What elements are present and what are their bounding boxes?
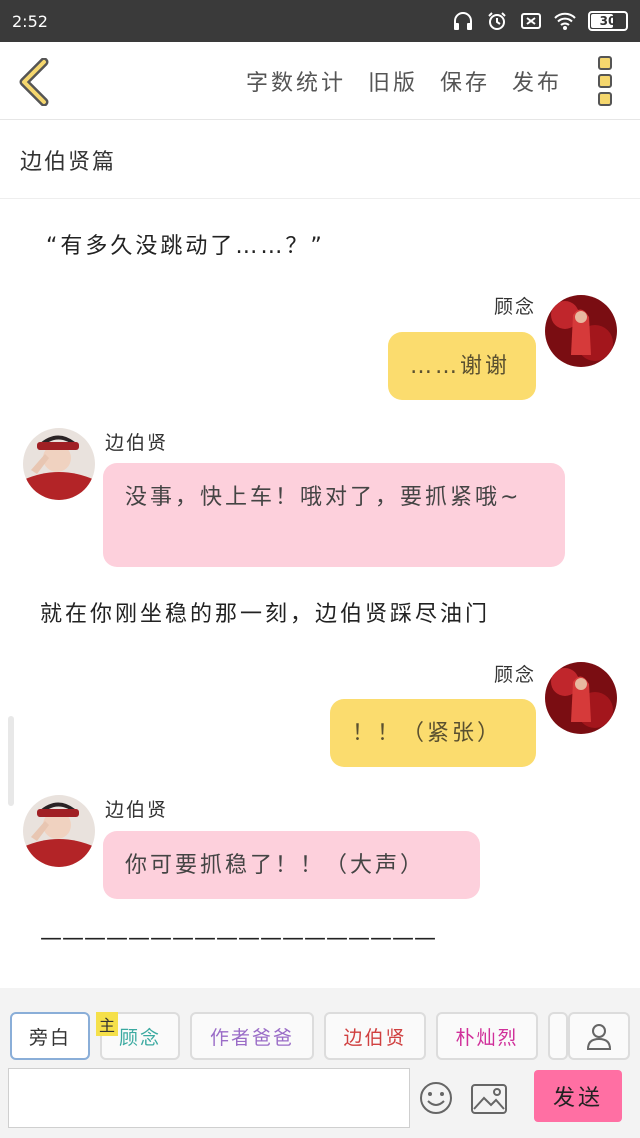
divider-line: —————————————————— bbox=[40, 926, 436, 951]
send-label: 发送 bbox=[552, 1086, 603, 1111]
no-sim-icon bbox=[521, 13, 541, 29]
role-label: 顾念 bbox=[118, 1026, 161, 1049]
sender-name: 边伯贤 bbox=[105, 432, 169, 454]
narration-line: 就在你刚坐稳的那一刻，边伯贤踩尽油门 bbox=[40, 602, 491, 627]
role-baekhyun[interactable]: 边伯贤 bbox=[324, 1012, 426, 1060]
avatar[interactable] bbox=[23, 428, 95, 500]
role-label: 边伯贤 bbox=[343, 1026, 407, 1049]
battery-indicator: 30 bbox=[588, 11, 628, 31]
role-chanyeol[interactable]: 朴灿烈 bbox=[436, 1012, 538, 1060]
sender-name: 边伯贤 bbox=[105, 799, 169, 821]
message-bubble[interactable]: 没事，快上车！哦对了，要抓紧哦~ bbox=[103, 463, 565, 567]
role-author[interactable]: 作者爸爸 bbox=[190, 1012, 314, 1060]
avatar[interactable] bbox=[23, 795, 95, 867]
chapter-title-text: 边伯贤篇 bbox=[20, 149, 117, 175]
headphones-icon bbox=[454, 12, 472, 30]
word-count-button[interactable]: 字数统计 bbox=[246, 65, 346, 97]
avatar[interactable] bbox=[545, 295, 617, 367]
nav-actions: 字数统计 旧版 保存 发布 bbox=[246, 42, 562, 120]
alarm-icon bbox=[488, 12, 506, 30]
battery-level: 30 bbox=[599, 14, 617, 28]
save-button[interactable]: 保存 bbox=[440, 65, 490, 97]
emoji-icon[interactable] bbox=[418, 1080, 454, 1116]
sender-name: 顾念 bbox=[493, 296, 536, 318]
role-label: 朴灿烈 bbox=[455, 1026, 519, 1049]
back-arrow-icon[interactable] bbox=[14, 58, 54, 106]
role-label: 作者爸爸 bbox=[209, 1026, 294, 1049]
message-bubble[interactable]: ！！（紧张） bbox=[330, 699, 536, 767]
manage-roles-button[interactable] bbox=[568, 1012, 630, 1060]
role-narrator[interactable]: 旁白 bbox=[10, 1012, 90, 1060]
user-icon bbox=[586, 1024, 612, 1050]
publish-button[interactable]: 发布 bbox=[512, 65, 562, 97]
scroll-indicator[interactable] bbox=[8, 716, 14, 806]
message-input[interactable] bbox=[8, 1068, 410, 1128]
more-menu-icon[interactable] bbox=[598, 56, 616, 106]
send-button[interactable]: 发送 bbox=[534, 1070, 622, 1122]
status-time: 2:52 bbox=[12, 11, 48, 31]
composer-panel: 旁白 顾念 主 作者爸爸 边伯贤 朴灿烈 发送 bbox=[0, 988, 640, 1138]
avatar[interactable] bbox=[545, 662, 617, 734]
message-text: 你可要抓稳了！！（大声） bbox=[125, 853, 426, 878]
message-bubble[interactable]: 你可要抓稳了！！（大声） bbox=[103, 831, 480, 899]
role-label: 旁白 bbox=[28, 1026, 71, 1049]
top-navbar: 字数统计 旧版 保存 发布 bbox=[0, 42, 640, 120]
chat-content[interactable]: “有多久没跳动了……？” 顾念 ……谢谢 边伯贤 没事，快上车！哦对了，要抓紧哦… bbox=[0, 200, 640, 988]
message-text: 没事，快上车！哦对了，要抓紧哦~ bbox=[125, 485, 522, 510]
role-more[interactable] bbox=[548, 1012, 568, 1060]
message-text: ……谢谢 bbox=[410, 354, 511, 379]
image-icon[interactable] bbox=[470, 1082, 508, 1116]
narration-line: “有多久没跳动了……？” bbox=[46, 234, 325, 259]
status-icons: 30 bbox=[452, 11, 628, 31]
chapter-title[interactable]: 边伯贤篇 bbox=[0, 121, 640, 199]
old-version-button[interactable]: 旧版 bbox=[368, 65, 418, 97]
sender-name: 顾念 bbox=[493, 664, 536, 686]
message-text: ！！（紧张） bbox=[352, 721, 503, 746]
status-bar: 2:52 30 bbox=[0, 0, 640, 42]
main-role-badge: 主 bbox=[96, 1012, 118, 1036]
wifi-icon bbox=[554, 12, 576, 30]
message-bubble[interactable]: ……谢谢 bbox=[388, 332, 536, 400]
